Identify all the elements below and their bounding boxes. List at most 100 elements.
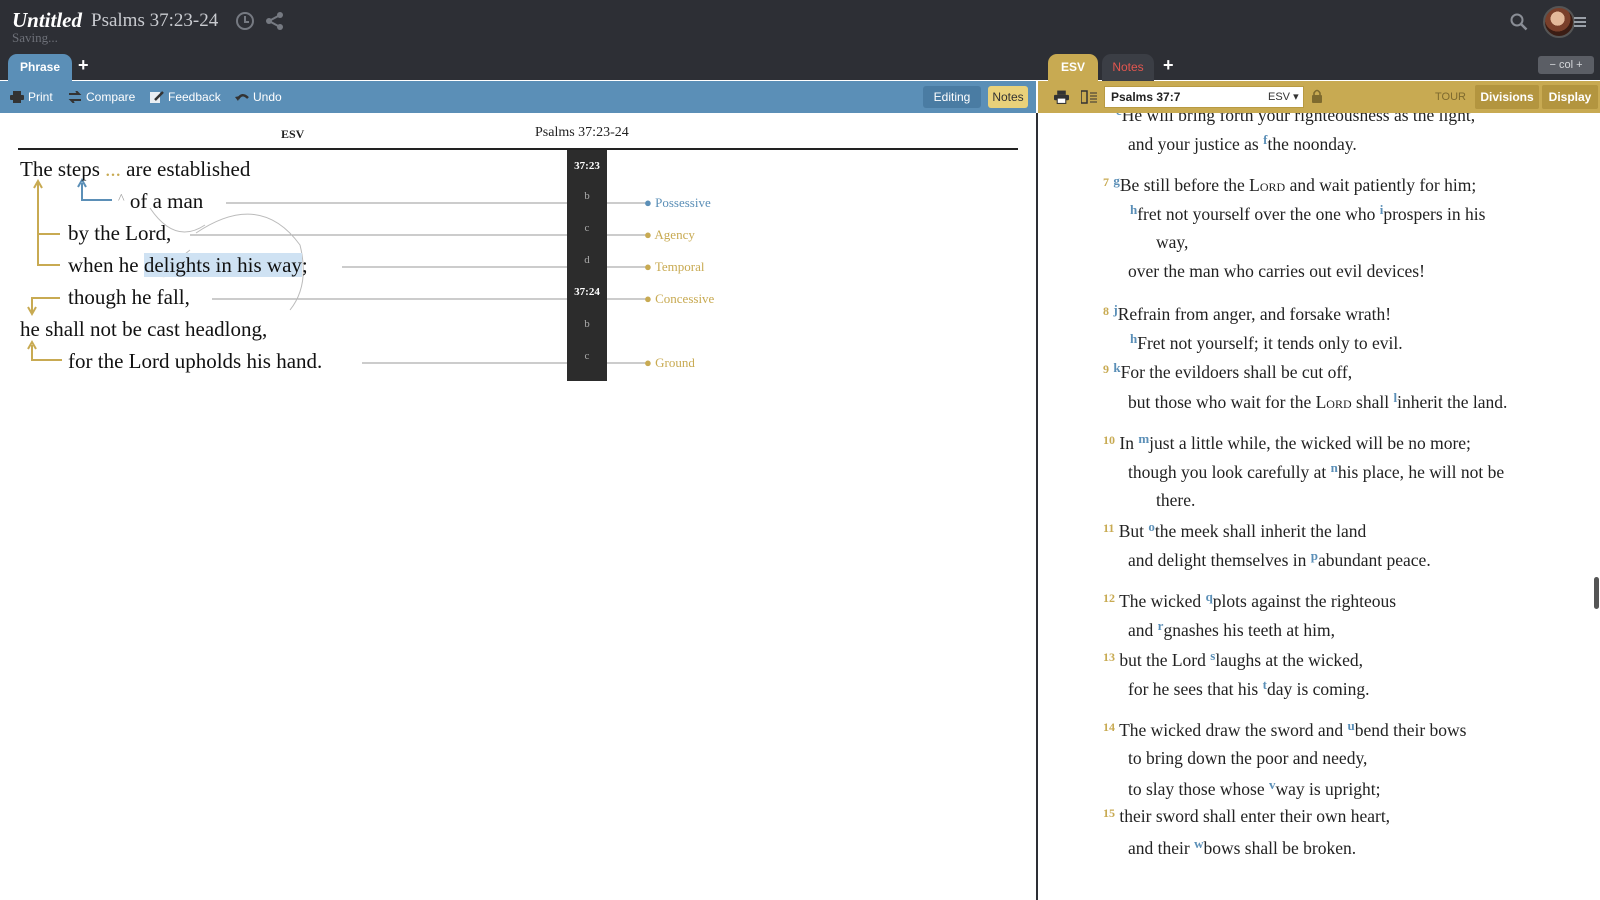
verse-line: and their wbows shall be broken. — [1128, 836, 1356, 859]
verse-text: abundant peace. — [1317, 550, 1431, 570]
verse-text: and — [1128, 620, 1158, 640]
print-label: Print — [28, 90, 53, 104]
verse-number[interactable]: 8 — [1103, 304, 1109, 318]
add-right-tab-button[interactable]: + — [1163, 55, 1174, 76]
share-icon[interactable] — [265, 11, 285, 31]
document-reference[interactable]: Psalms 37:23-24 — [91, 10, 218, 32]
add-left-tab-button[interactable]: + — [78, 55, 89, 76]
verse-number[interactable]: 10 — [1103, 433, 1115, 447]
verse-number[interactable]: 13 — [1103, 650, 1115, 664]
divisions-button[interactable]: Divisions — [1475, 85, 1539, 109]
verse-text: day is coming. — [1266, 679, 1370, 699]
verse-text: inherit the land. — [1397, 392, 1508, 412]
verse-line: 12 The wicked qplots against the righteo… — [1103, 589, 1396, 612]
printer-icon[interactable] — [1054, 90, 1069, 104]
verse-text: gnashes his teeth at him, — [1163, 620, 1336, 640]
verse-line: and delight themselves in pabundant peac… — [1128, 548, 1431, 571]
phrase-line-3[interactable]: by the Lord, — [68, 221, 171, 246]
display-button[interactable]: Display — [1542, 85, 1598, 109]
version-select[interactable]: ESV ▾ — [1268, 86, 1299, 108]
verse-line: way, — [1156, 232, 1189, 252]
parallel-columns-icon[interactable] — [1081, 90, 1097, 104]
verse-line: 9 kFor the evildoers shall be cut off, — [1103, 360, 1352, 383]
verse-text: bows shall be broken. — [1203, 838, 1357, 858]
phrase-toolbar: Print Compare Feedback Undo — [0, 81, 1036, 113]
relationship-label: Ground — [655, 355, 695, 370]
hamburger-menu-icon[interactable] — [1574, 17, 1586, 27]
relationship-agency[interactable]: ● Agency — [644, 227, 695, 243]
ellipsis-marker[interactable]: ... — [105, 157, 121, 181]
verse-line: over the man who carries out evil device… — [1128, 261, 1425, 281]
verse-number: 37:23 — [574, 160, 600, 172]
relationship-concessive[interactable]: ● Concessive — [644, 291, 714, 307]
phrase-line-4[interactable]: when he delights in his way; — [68, 253, 308, 278]
bible-reader-pane[interactable]: eHe will bring forth your righteousness … — [1038, 113, 1600, 900]
notes-toggle-button[interactable]: Notes — [988, 86, 1028, 108]
phrase-line-6[interactable]: he shall not be cast headlong, — [20, 317, 267, 342]
verse-text: Be still before the — [1119, 175, 1250, 195]
verse-number[interactable]: 9 — [1103, 362, 1109, 376]
editing-toggle-button[interactable]: Editing — [923, 86, 981, 108]
printer-icon — [10, 91, 24, 103]
undo-button[interactable]: Undo — [235, 81, 282, 113]
column-control[interactable]: − col + — [1538, 56, 1594, 74]
verse-number[interactable]: 12 — [1103, 591, 1115, 605]
compare-button[interactable]: Compare — [68, 81, 135, 113]
relationship-label: Agency — [654, 227, 695, 242]
footnote-marker[interactable]: u — [1347, 718, 1354, 733]
top-bar: Untitled Psalms 37:23-24 Saving... — [0, 0, 1600, 80]
phrase-text: ; — [301, 253, 308, 277]
phrase-line-7[interactable]: for the Lord upholds his hand. — [68, 349, 322, 374]
verse-number[interactable]: 11 — [1103, 521, 1114, 535]
selected-text[interactable]: delights in his way — [143, 253, 302, 277]
feedback-button[interactable]: Feedback — [150, 81, 221, 113]
lock-icon[interactable] — [1311, 89, 1323, 103]
phrase-line-1[interactable]: The steps ... are established — [20, 157, 250, 182]
compare-icon — [68, 91, 82, 103]
relationship-label: Concessive — [655, 291, 715, 306]
footnote-marker[interactable]: q — [1206, 589, 1213, 604]
verse-number[interactable]: 15 — [1103, 806, 1115, 820]
verse-number[interactable]: 7 — [1103, 175, 1109, 189]
footnote-marker[interactable]: m — [1138, 431, 1149, 446]
verse-number: 37:24 — [574, 286, 600, 298]
caret-marker: ^ — [118, 192, 125, 207]
save-status: Saving... — [12, 30, 58, 45]
tab-esv[interactable]: ESV — [1048, 54, 1098, 81]
verse-line: to slay those whose vway is upright; — [1128, 777, 1380, 800]
verse-text: For the evildoers shall be cut off, — [1120, 362, 1353, 382]
phrase-version-label: ESV — [281, 127, 305, 141]
print-button[interactable]: Print — [10, 81, 53, 113]
clause-letter: d — [584, 254, 590, 266]
tab-phrase[interactable]: Phrase — [8, 54, 72, 81]
verse-text: bend their bows — [1354, 720, 1467, 740]
phrase-line-2[interactable]: ^ of a man — [118, 189, 203, 214]
search-icon[interactable] — [1510, 13, 1528, 31]
relationship-temporal[interactable]: ● Temporal — [644, 259, 705, 275]
phrase-text: when he — [68, 253, 144, 277]
phrase-line-5[interactable]: though he fall, — [68, 285, 190, 310]
verse-line: 11 But othe meek shall inherit the land — [1103, 519, 1366, 542]
verse-text: their sword shall enter their own heart, — [1119, 806, 1391, 826]
phrase-reference-label: Psalms 37:23-24 — [535, 125, 629, 140]
relationship-ground[interactable]: ● Ground — [644, 355, 695, 371]
relationship-label: Temporal — [654, 259, 705, 274]
clause-letter: b — [584, 190, 590, 202]
verse-line: 13 but the Lord slaughs at the wicked, — [1103, 648, 1363, 671]
compare-label: Compare — [86, 90, 136, 104]
undo-icon — [235, 94, 249, 101]
relationship-possessive[interactable]: ● Possessive — [644, 195, 711, 211]
footnote-marker[interactable]: n — [1331, 460, 1338, 475]
history-icon[interactable] — [236, 12, 254, 30]
verse-text: and delight themselves in — [1128, 550, 1311, 570]
verse-line: for he sees that his tday is coming. — [1128, 677, 1370, 700]
tour-link[interactable]: TOUR — [1435, 86, 1466, 108]
verse-line: eHe will bring forth your righteousness … — [1116, 113, 1475, 126]
tab-notes[interactable]: Notes — [1102, 54, 1154, 81]
verse-number[interactable]: 14 — [1103, 720, 1115, 734]
footnote-marker[interactable]: k — [1113, 360, 1120, 375]
reader-scrollbar[interactable] — [1594, 577, 1599, 609]
user-avatar[interactable] — [1543, 6, 1575, 38]
footnote-marker[interactable]: p — [1311, 548, 1318, 563]
verse-text: though you look carefully at — [1128, 462, 1331, 482]
